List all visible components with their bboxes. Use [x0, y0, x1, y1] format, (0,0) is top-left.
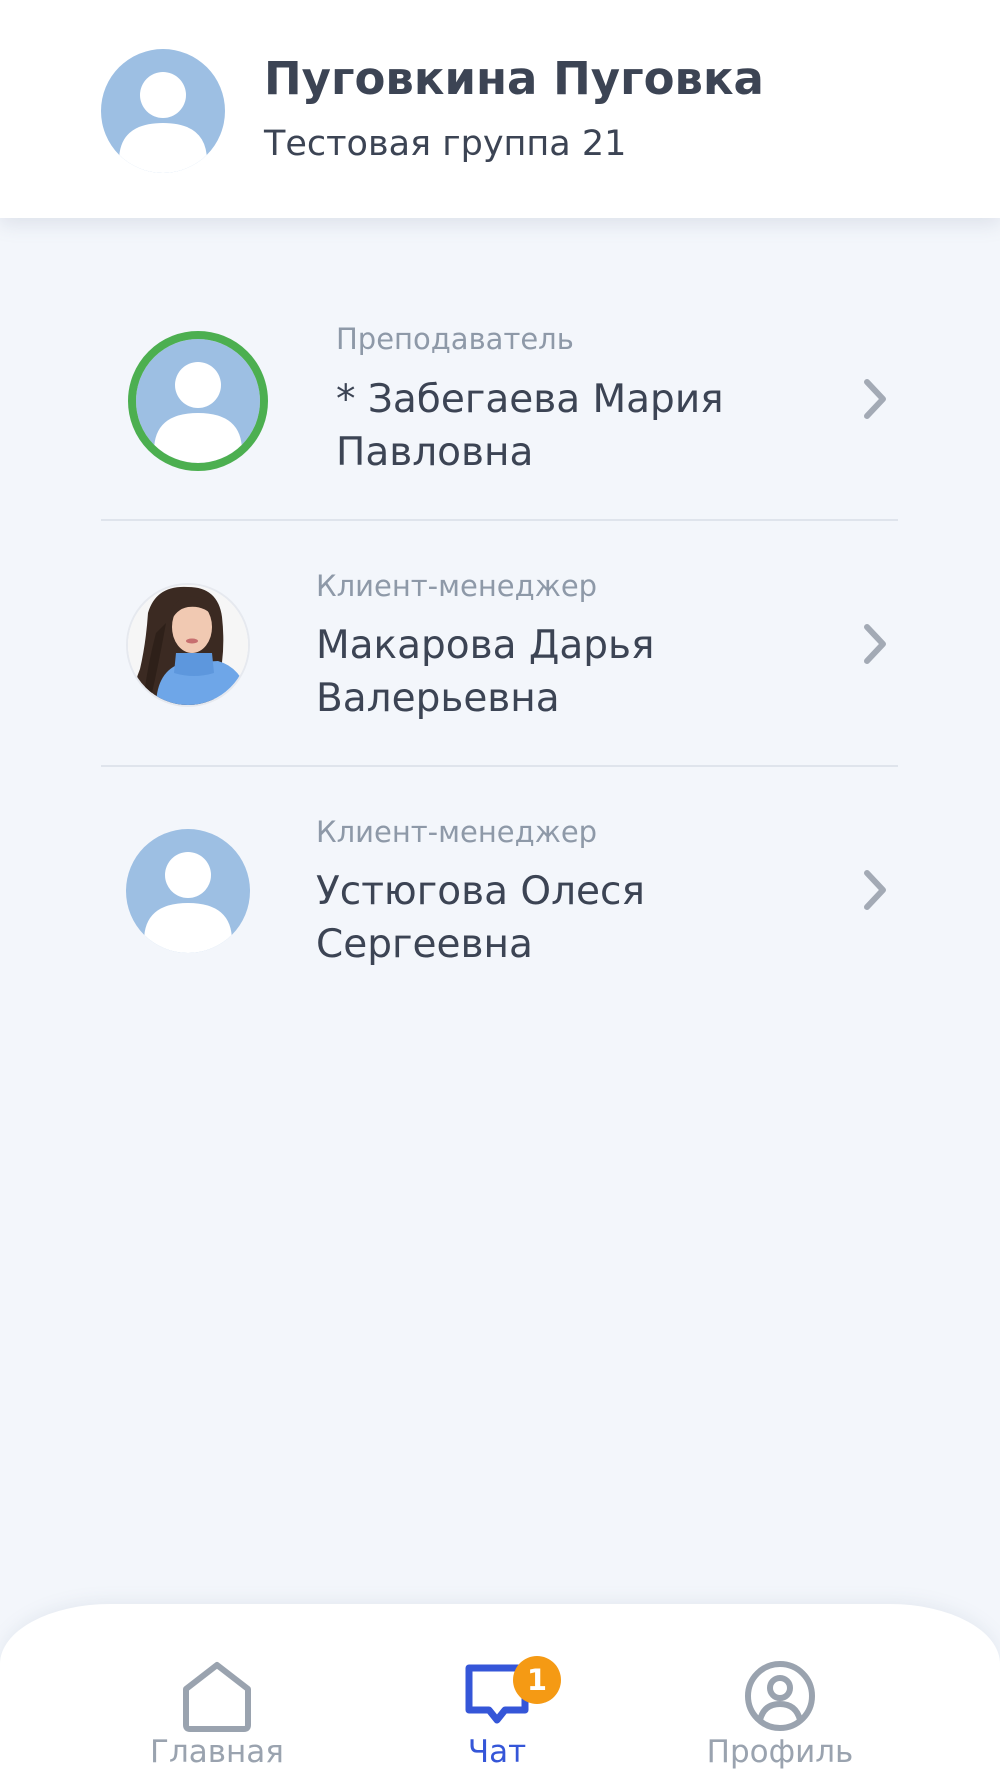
divider	[101, 519, 898, 521]
user-name: Пуговкина Пуговка	[264, 52, 764, 105]
contact-item-manager[interactable]: Клиент-менеджер Устюгова Олеся Сергеевна	[0, 792, 1000, 1036]
contact-role: Клиент-менеджер	[316, 815, 598, 849]
divider	[101, 765, 898, 767]
contact-avatar	[126, 583, 250, 711]
contact-name-line2: Сергеевна	[316, 922, 533, 967]
photo-avatar-icon	[126, 583, 250, 707]
contact-role: Преподаватель	[336, 322, 574, 356]
contact-item-manager[interactable]: Клиент-менеджер Макарова Дарья Валерьевн…	[0, 546, 1000, 790]
contact-name-line2: Павловна	[336, 430, 534, 475]
app-header: Пуговкина Пуговка Тестовая группа 21	[0, 0, 1000, 218]
contact-name-line2: Валерьевна	[316, 676, 560, 721]
chevron-right-icon	[864, 379, 886, 419]
user-silhouette-icon	[101, 49, 225, 173]
profile-icon	[745, 1661, 815, 1731]
contact-avatar	[125, 328, 271, 478]
user-silhouette-icon	[126, 829, 250, 953]
contact-role: Клиент-менеджер	[316, 569, 598, 603]
contact-avatar	[126, 829, 250, 957]
user-avatar[interactable]	[101, 49, 225, 177]
unread-count-badge: 1	[513, 1656, 561, 1704]
contact-name-line1: Макарова Дарья	[316, 623, 655, 668]
chevron-right-icon	[864, 624, 886, 664]
contact-name-line1: Устюгова Олеся	[316, 869, 645, 914]
bottom-tab-bar: Главная Чат Профиль 1	[0, 1604, 1000, 1778]
tab-label: Главная	[150, 1734, 284, 1770]
home-icon	[183, 1662, 251, 1732]
tab-home[interactable]: Главная	[107, 1604, 327, 1778]
user-group: Тестовая группа 21	[264, 124, 627, 164]
contact-item-teacher[interactable]: Преподаватель * Забегаева Мария Павловна	[0, 300, 1000, 544]
tab-profile[interactable]: Профиль	[670, 1604, 890, 1778]
contact-name-line1: * Забегаева Мария	[336, 377, 724, 422]
tab-label: Чат	[467, 1734, 527, 1770]
tab-label: Профиль	[706, 1734, 854, 1770]
chevron-right-icon	[864, 870, 886, 910]
tab-chat[interactable]: Чат	[387, 1604, 607, 1778]
user-silhouette-icon	[128, 331, 268, 471]
